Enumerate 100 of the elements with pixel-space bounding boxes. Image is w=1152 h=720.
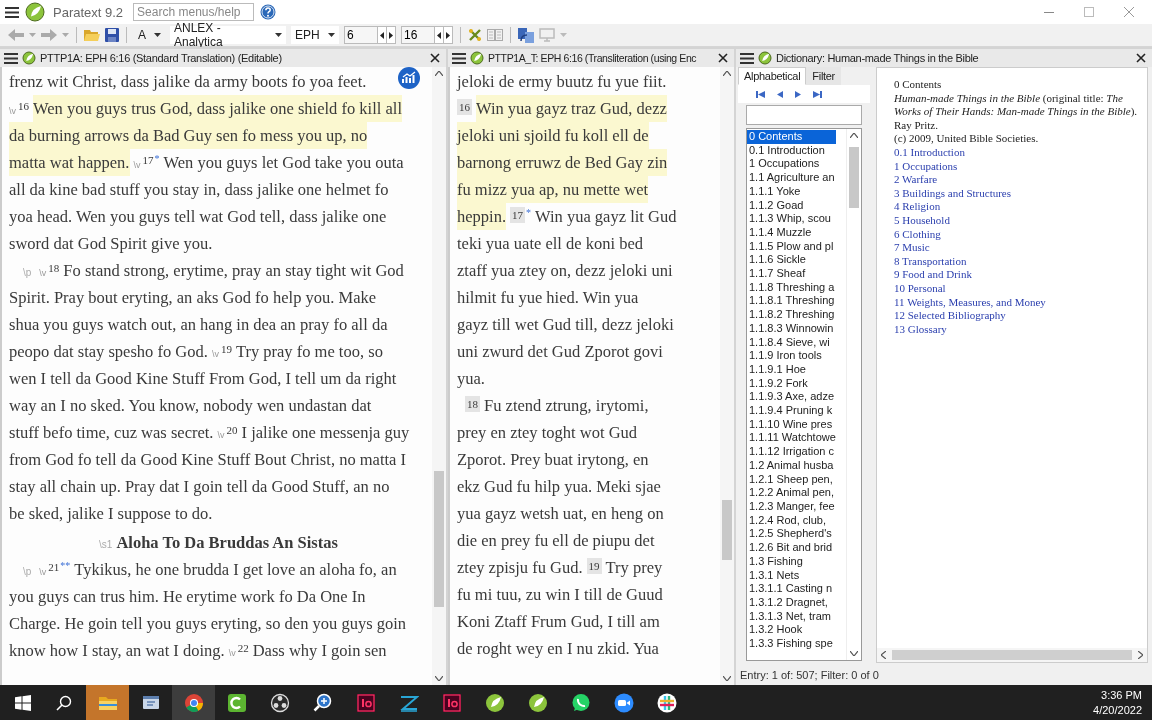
tab[interactable]: Alphabetical	[738, 67, 807, 85]
list-item[interactable]: 1.1.9.1 Hoe	[747, 362, 846, 377]
spin-right-button[interactable]	[443, 26, 453, 44]
list-item[interactable]: 1.1 Agriculture an	[747, 171, 846, 185]
verse-number: 16	[457, 99, 472, 115]
list-item[interactable]: 1 Occupations	[747, 157, 846, 172]
scrollbar-thumb[interactable]	[434, 470, 444, 607]
leaf-logo-icon	[484, 692, 505, 713]
search-icon[interactable]	[56, 694, 72, 711]
list-item[interactable]: 1.2.1 Sheep pen,	[747, 472, 846, 487]
contents-link[interactable]: 6 Clothing	[894, 227, 941, 240]
scrollbar-thumb[interactable]	[892, 650, 1132, 660]
chart-icon[interactable]	[398, 67, 420, 89]
list-item[interactable]: 1.1.2 Goad	[747, 198, 846, 213]
list-item[interactable]: 1.3.1.1 Casting n	[747, 582, 846, 596]
list-item[interactable]: 1.1.1 Yoke	[747, 184, 846, 199]
list-item[interactable]: 1.1.3 Whip, scou	[747, 212, 846, 226]
menu-icon[interactable]	[5, 6, 19, 18]
list-item[interactable]: 1.3.1 Nets	[747, 568, 846, 583]
search-field[interactable]: Search menus/help	[133, 3, 255, 21]
verse-number: 19	[220, 342, 232, 356]
list-item[interactable]: 0.1 Introduction	[747, 143, 846, 158]
list-item[interactable]: 1.1.8.4 Sieve, wi	[747, 335, 846, 350]
menu-icon[interactable]	[452, 52, 466, 64]
contents-link[interactable]: 12 Selected Bibliography	[894, 309, 1006, 322]
contents-link[interactable]: 3 Buildings and Structures	[894, 186, 1012, 199]
contents-link[interactable]: 11 Weights, Measures, and Money	[894, 295, 1046, 308]
list-item[interactable]: 1.1.6 Sickle	[747, 253, 846, 268]
list-item[interactable]: 1.2.3 Manger, fee	[747, 500, 846, 514]
search-field[interactable]	[746, 105, 862, 125]
link-tool-icon[interactable]	[468, 28, 482, 42]
book-dropdown[interactable]: EPH	[291, 26, 339, 44]
contents-link[interactable]: 8 Transportation	[894, 254, 967, 267]
next-icon[interactable]	[795, 90, 801, 98]
menu-icon[interactable]	[4, 52, 18, 64]
list-item[interactable]: 1.3.2 Hook	[747, 623, 846, 637]
spin-right-button[interactable]	[386, 26, 396, 44]
close-icon[interactable]	[1136, 53, 1146, 63]
contents-link[interactable]: 9 Food and Drink	[894, 268, 972, 281]
scrollbar[interactable]	[720, 67, 734, 685]
previous-icon[interactable]	[777, 90, 783, 98]
taskbar-button[interactable]	[172, 685, 215, 720]
contents-link[interactable]: 7 Music	[894, 241, 930, 254]
list-item[interactable]: 1.1.10 Wine pres	[747, 417, 846, 432]
tab[interactable]: Filter	[806, 67, 841, 85]
verse-text: wen I tell da Good Kine Stuff From God, I tell um da right	[9, 368, 397, 390]
verse-text: Zporot. Prey buat irytong, en	[457, 449, 649, 471]
start-icon[interactable]	[15, 694, 31, 711]
help-icon[interactable]	[260, 4, 277, 20]
marker-text: \v	[228, 647, 236, 660]
close-icon[interactable]	[430, 53, 440, 63]
contents-link[interactable]: 0.1 Introduction	[894, 145, 965, 158]
first-icon[interactable]	[756, 90, 765, 98]
list-item[interactable]: 1.1.8 Threshing a	[747, 280, 846, 295]
last-icon[interactable]	[813, 90, 822, 98]
list-item[interactable]: 1.1.4 Muzzle	[747, 225, 846, 240]
scrollbar[interactable]	[877, 648, 1147, 662]
list-item[interactable]: 1.1.9.3 Axe, adze	[747, 390, 846, 405]
list-item[interactable]: 1.1.8.3 Winnowin	[747, 321, 846, 336]
scrollbar[interactable]	[432, 67, 446, 685]
list-item[interactable]: 1.1.12 Irrigation c	[747, 445, 846, 459]
list-item[interactable]: 1.3 Fishing	[747, 554, 846, 569]
clock-date[interactable]: 4/20/2022	[1093, 702, 1142, 718]
list-item[interactable]: 1.1.8.2 Threshing	[747, 308, 846, 322]
verse-field[interactable]: 16	[401, 26, 435, 44]
tile-icon	[441, 692, 462, 713]
list-item[interactable]: 1.2.2 Animal pen,	[747, 486, 846, 500]
footnote-caller[interactable]: *	[154, 153, 160, 165]
list-item[interactable]: 1.1.8.1 Threshing	[747, 294, 846, 309]
list-item[interactable]: 1.2.6 Bit and brid	[747, 541, 846, 555]
list-item[interactable]: 1.1.9.4 Pruning k	[747, 404, 846, 418]
list-item[interactable]: 1.1.9.2 Fork	[747, 376, 846, 391]
list-item[interactable]: 1.1.11 Watchtowe	[747, 431, 846, 446]
contents-link[interactable]: 1 Occupations	[894, 159, 958, 172]
contents-link[interactable]: 5 Household	[894, 213, 950, 226]
list-item[interactable]: 1.3.1.2 Dragnet,	[747, 595, 846, 610]
scrollbar-thumb[interactable]	[849, 147, 859, 208]
contents-link[interactable]: 2 Warfare	[894, 173, 938, 186]
list-item[interactable]: 1.2 Animal husba	[747, 458, 846, 473]
scrollbar[interactable]	[846, 129, 861, 660]
contents-link[interactable]: 13 Glossary	[894, 322, 947, 335]
verse-text: shua you guys watch out, an hang in dea an pray fo all da	[9, 314, 388, 336]
list-item[interactable]: 1.1.7 Sheaf	[747, 267, 846, 281]
close-icon[interactable]	[718, 53, 728, 63]
scrollbar-thumb[interactable]	[722, 500, 732, 560]
list-item[interactable]: 0 Contents	[747, 130, 836, 144]
footnote-caller[interactable]: *	[526, 207, 532, 219]
clock-time[interactable]: 3:36 PM	[1093, 687, 1142, 703]
list-item[interactable]: 1.2.5 Shepherd's	[747, 527, 846, 542]
contents-link[interactable]: 10 Personal	[894, 281, 946, 294]
footnote-caller[interactable]: **	[60, 560, 71, 572]
save-icon[interactable]	[105, 28, 119, 42]
menu-icon[interactable]	[740, 52, 754, 64]
contents-link[interactable]: 4 Religion	[894, 200, 941, 213]
list-item[interactable]: 1.2.4 Rod, club,	[747, 513, 846, 528]
list-item[interactable]: 1.1.5 Plow and pl	[747, 239, 846, 254]
list-item[interactable]: 1.1.9 Iron tools	[747, 349, 846, 363]
list-item[interactable]: 1.3.1.3 Net, tram	[747, 609, 846, 624]
list-item[interactable]: 1.3.3 Fishing spe	[747, 637, 846, 651]
chapter-field[interactable]: 6	[344, 26, 378, 44]
